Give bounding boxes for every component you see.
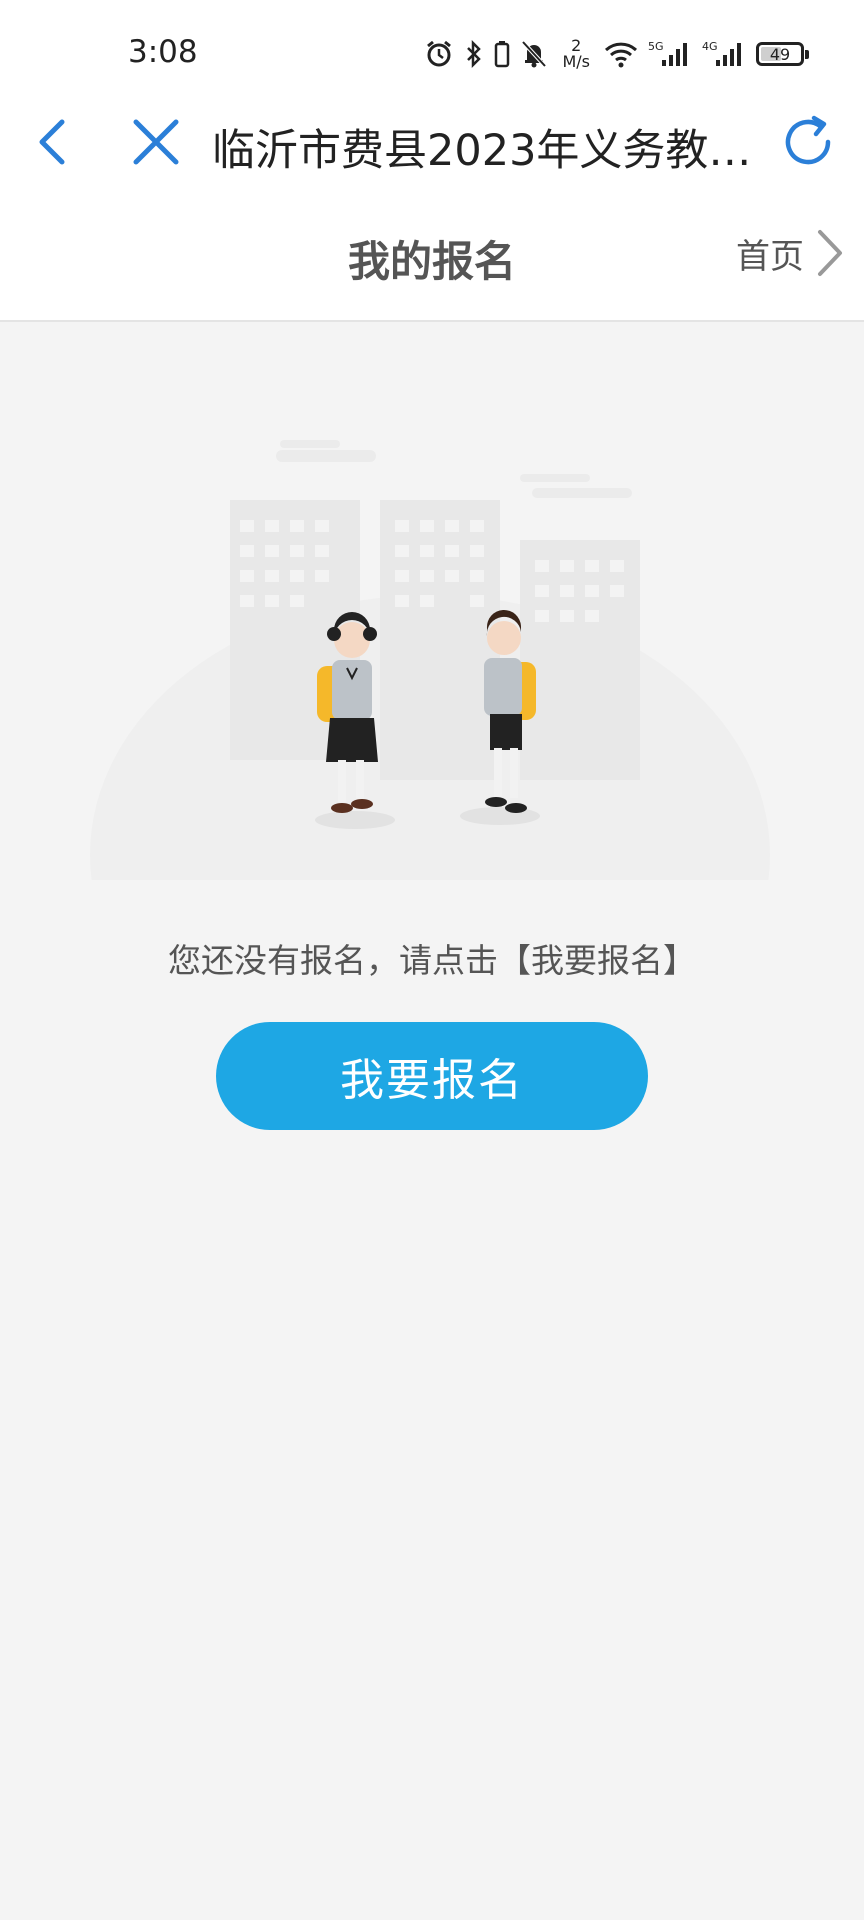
battery-level: 49 <box>769 44 791 64</box>
bluetooth-icon <box>467 39 482 69</box>
wifi-icon <box>604 42 638 68</box>
chevron-right-icon <box>818 230 842 276</box>
home-link[interactable]: 首页 <box>736 228 844 278</box>
home-label: 首页 <box>736 236 804 277</box>
page-title: 我的报名 <box>347 237 516 286</box>
page-header: 我的报名 首页 <box>0 184 864 322</box>
status-icons: 2 M/s 5G 4G 49 <box>424 34 809 74</box>
empty-state-message: 您还没有报名，请点击【我要报名】 <box>168 941 696 980</box>
network-speed: 2 M/s <box>562 36 590 71</box>
status-time: 3:08 <box>128 34 198 70</box>
chevron-left-icon[interactable] <box>28 114 84 170</box>
alarm-icon <box>427 40 452 67</box>
status-bar: 3:08 2 M/s 5G 4G 49 <box>0 0 864 100</box>
bell-muted-icon <box>521 40 547 68</box>
enroll-button[interactable]: 我要报名 <box>216 1022 648 1130</box>
battery-icon: 49 <box>756 42 809 66</box>
signal-4g-icon: 4G <box>702 40 741 66</box>
signal-5g-icon: 5G <box>648 40 687 66</box>
nav-bar: 临沂市费县2023年义务教… <box>0 100 864 184</box>
signal-5g-label: 5G <box>648 40 664 53</box>
nav-title: 临沂市费县2023年义务教… <box>212 126 752 176</box>
vibrate-battery-icon <box>495 41 510 68</box>
close-icon[interactable] <box>128 114 184 170</box>
signal-4g-label: 4G <box>702 40 718 53</box>
refresh-icon[interactable] <box>778 112 838 172</box>
empty-state-illustration <box>80 440 780 900</box>
